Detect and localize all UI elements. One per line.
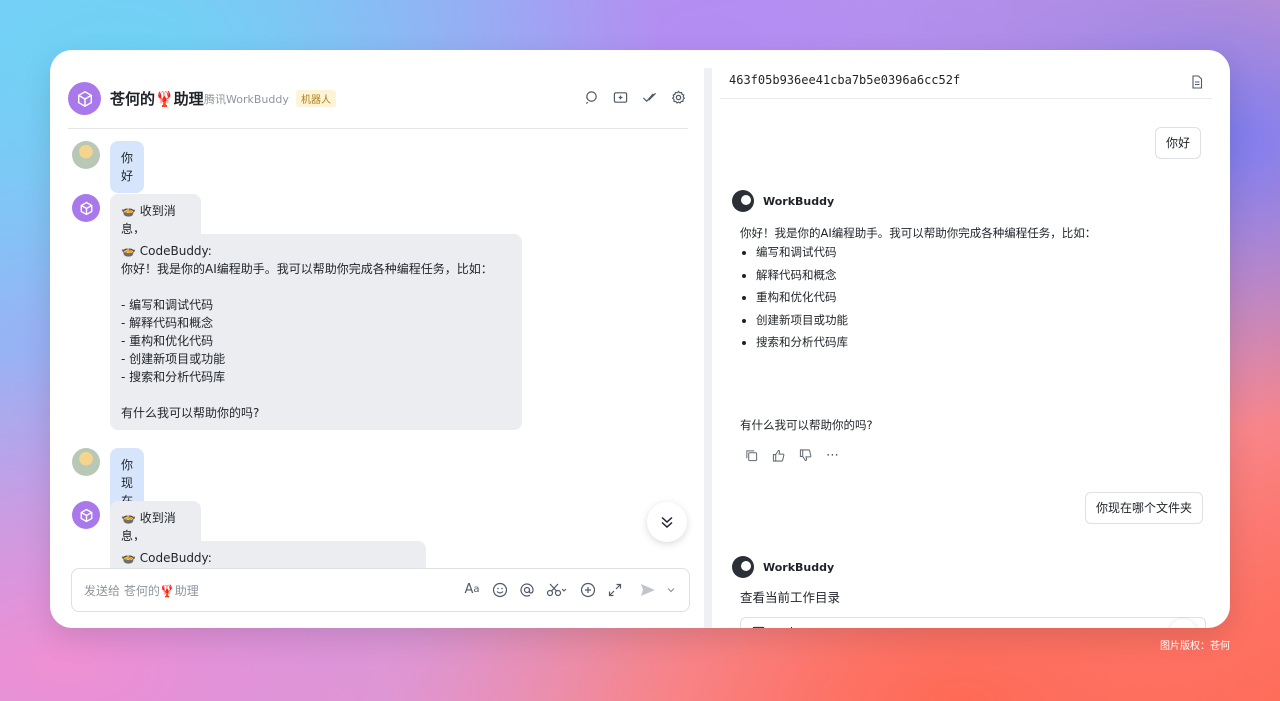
bot-name: WorkBuddy	[763, 560, 835, 574]
scroll-to-bottom-button[interactable]	[647, 502, 687, 542]
session-header: 463f05b936ee41cba7b5e0396a6cc52f	[720, 68, 1212, 99]
chevron-down-icon	[1177, 627, 1189, 628]
session-pane: 463f05b936ee41cba7b5e0396a6cc52f 你好 Work…	[720, 68, 1212, 628]
add-attachment-icon[interactable]	[578, 580, 597, 599]
workbuddy-avatar	[732, 556, 754, 578]
send-icon[interactable]	[638, 580, 657, 599]
list-item: 搜索和分析代码库	[756, 331, 848, 354]
app-window: 苍何的🦞助理 腾讯WorkBuddy 机器人 你好 🍲 收到消息，Wor	[50, 50, 1230, 628]
thumbs-down-icon[interactable]	[796, 446, 815, 465]
more-options-icon[interactable]: ⋯	[823, 446, 842, 465]
copy-icon[interactable]	[742, 446, 761, 465]
bot-logo-icon	[68, 82, 101, 115]
expand-icon[interactable]	[605, 580, 624, 599]
send-options-chevron-icon[interactable]	[665, 580, 677, 599]
user-message-box: 你现在哪个文件夹	[1085, 492, 1204, 524]
list-item: 创建新项目或功能	[756, 309, 848, 332]
document-icon[interactable]	[1187, 72, 1206, 91]
workbuddy-avatar	[732, 190, 754, 212]
chat-pane: 苍何的🦞助理 腾讯WorkBuddy 机器人 你好 🍲 收到消息，Wor	[50, 50, 706, 628]
bot-avatar[interactable]	[72, 194, 100, 222]
bot-message-bubble: 🍲 CodeBuddy: 你好！我是你的AI编程助手。我可以帮助你完成各种编程任…	[110, 234, 522, 430]
bot-name: WorkBuddy	[763, 194, 835, 208]
chat-subtitle: 腾讯WorkBuddy	[204, 93, 289, 106]
chat-header: 苍何的🦞助理 腾讯WorkBuddy 机器人	[68, 78, 688, 129]
reply2-text: 查看当前工作目录	[740, 590, 841, 605]
screenshot-scissors-icon[interactable]	[544, 580, 570, 599]
bot-header: WorkBuddy	[732, 190, 834, 212]
command-text: pwd	[769, 625, 793, 628]
message-input[interactable]	[82, 579, 426, 603]
reply-actions: ⋯	[742, 446, 842, 465]
bot-header: WorkBuddy	[732, 556, 834, 578]
terminal-icon	[751, 625, 765, 628]
message-composer: Aa	[71, 568, 690, 612]
check-all-icon[interactable]	[640, 88, 659, 107]
reply-outro: 有什么我可以帮助你的吗?	[740, 418, 873, 432]
user-message-bubble: 你好	[110, 141, 145, 193]
message-list[interactable]: 你好 🍲 收到消息，WorkBuddy 正在 [Claw] 项目中处理... 🍲…	[68, 138, 688, 568]
terminal-command-card[interactable]: pwd	[740, 617, 1206, 628]
emoji-icon[interactable]	[490, 580, 509, 599]
search-chat-icon[interactable]	[582, 88, 601, 107]
add-folder-icon[interactable]	[611, 88, 630, 107]
bot-badge: 机器人	[296, 90, 336, 107]
text-format-icon[interactable]: Aa	[462, 580, 482, 599]
user-avatar[interactable]	[72, 141, 100, 169]
chat-title: 苍何的🦞助理	[110, 90, 204, 108]
pane-divider[interactable]	[704, 68, 712, 628]
list-item: 重构和优化代码	[756, 286, 848, 309]
bot-message-bubble: 🍲 CodeBuddy:	[110, 541, 426, 568]
settings-icon[interactable]	[669, 88, 688, 107]
session-id: 463f05b936ee41cba7b5e0396a6cc52f	[729, 73, 961, 87]
bot-avatar[interactable]	[72, 501, 100, 529]
thumbs-up-icon[interactable]	[769, 446, 788, 465]
composer-toolbar: Aa	[462, 580, 677, 599]
list-item: 编写和调试代码	[756, 241, 848, 264]
list-item: 解释代码和概念	[756, 264, 848, 287]
user-message-box: 你好	[1155, 127, 1202, 159]
reply-intro: 你好！我是你的AI编程助手。我可以帮助你完成各种编程任务，比如：	[740, 226, 1097, 240]
image-credit: 图片版权：苍何	[1160, 641, 1230, 652]
mention-icon[interactable]	[517, 580, 536, 599]
user-avatar[interactable]	[72, 448, 100, 476]
header-toolbar	[582, 88, 688, 107]
reply-list: 编写和调试代码 解释代码和概念 重构和优化代码 创建新项目或功能 搜索和分析代码…	[740, 241, 848, 354]
double-chevron-down-icon	[661, 516, 673, 529]
expand-command-button[interactable]	[1169, 619, 1197, 628]
